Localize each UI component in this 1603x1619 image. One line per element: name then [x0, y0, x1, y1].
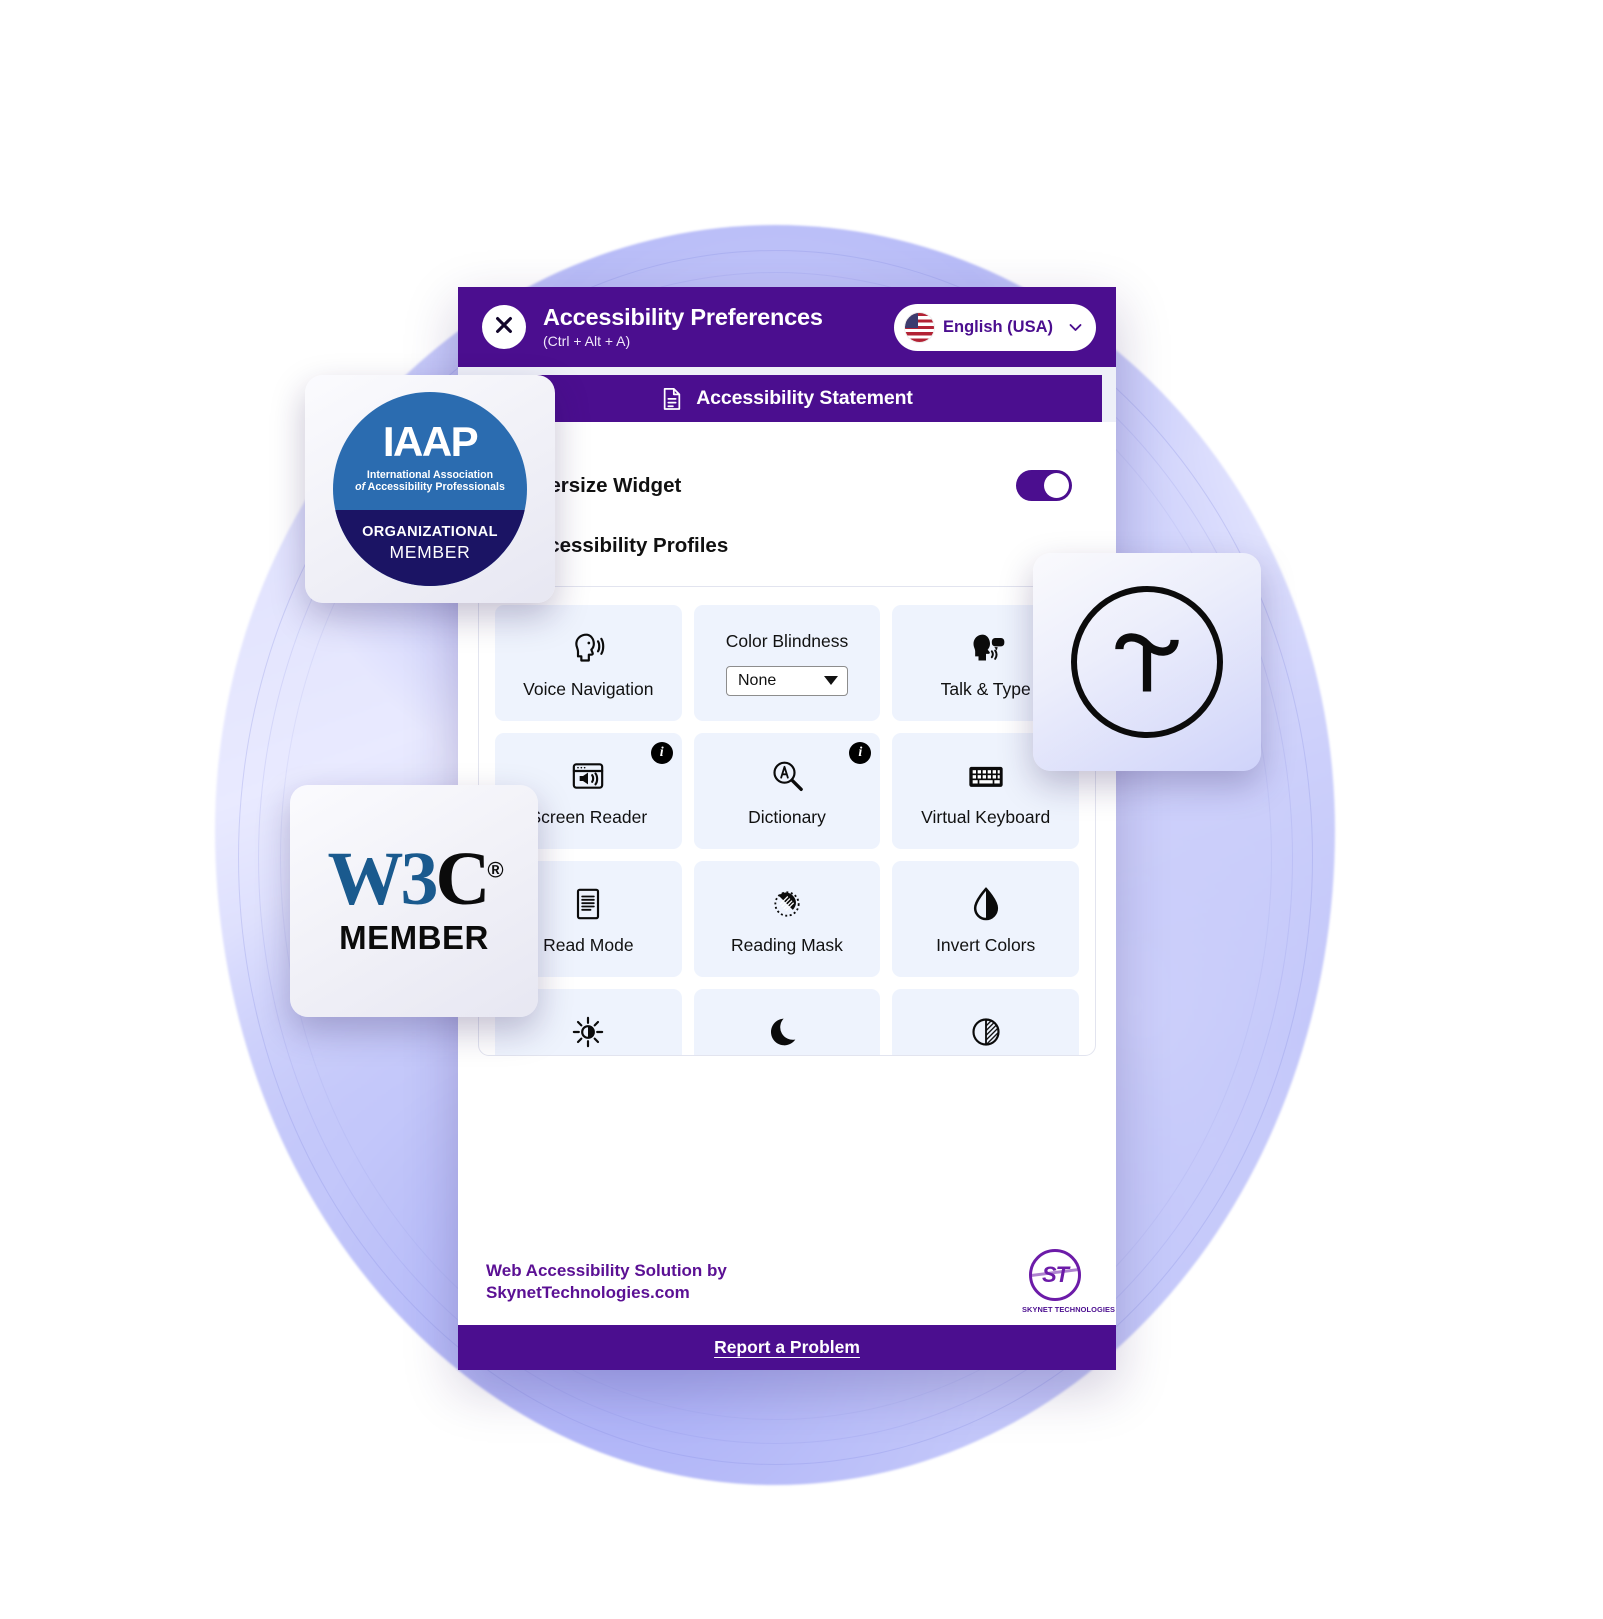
- close-button[interactable]: [482, 305, 526, 349]
- w3c-member-badge: W3C® MEMBER: [290, 785, 538, 1017]
- w3c-member-label: MEMBER: [339, 918, 489, 956]
- keyboard-shortcut-hint: (Ctrl + Alt + A): [543, 332, 631, 349]
- half-circle-hatched-icon: [966, 1010, 1006, 1054]
- feature-label: Virtual Keyboard: [921, 807, 1051, 828]
- iaap-subtitle-rest: Accessibility Professionals: [365, 481, 505, 494]
- logo-monogram: ST: [1041, 1262, 1069, 1287]
- iaap-member-badge: IAAP International Association of Access…: [305, 375, 555, 603]
- feature-tile-dark-contrast[interactable]: Dark Contrast: [693, 989, 881, 1055]
- logo-caption: SKYNET TECHNOLOGIES: [1022, 1305, 1116, 1314]
- chevron-down-icon: [823, 676, 838, 685]
- feature-tile-invert-colors[interactable]: Invert Colors: [892, 861, 1079, 977]
- feature-tile-color-blindness[interactable]: Color Blindness None: [693, 605, 881, 721]
- widget-body: Oversize Widget Accessibility Profiles V…: [458, 422, 1116, 1237]
- iaap-subtitle-line2: of Accessibility Professionals: [355, 481, 505, 494]
- moon-icon: [767, 1010, 807, 1054]
- widget-title: Accessibility Preferences: [543, 304, 823, 331]
- registered-trademark-icon: ®: [487, 857, 503, 883]
- w3c-wordmark: W3C®: [327, 841, 503, 917]
- chevron-down-icon: [1068, 320, 1083, 335]
- feature-label: Color Blindness: [725, 630, 849, 651]
- keyboard-icon: [966, 754, 1006, 798]
- accessibility-profiles-heading: Accessibility Profiles: [522, 534, 729, 557]
- feature-tile-high-contrast[interactable]: High Contrast: [892, 989, 1079, 1055]
- feature-label: Reading Mask: [731, 935, 843, 956]
- close-x-icon: [493, 314, 515, 341]
- feature-label: Voice Navigation: [523, 679, 654, 700]
- language-label: English (USA): [943, 317, 1053, 336]
- color-blindness-select[interactable]: None: [725, 665, 848, 696]
- info-icon[interactable]: i: [650, 742, 673, 764]
- features-grid: Voice Navigation Color Blindness None Talk …: [495, 605, 1079, 1055]
- footer-credit: Web Accessibility Solution by SkynetTech…: [486, 1260, 727, 1303]
- select-value: None: [737, 671, 777, 689]
- magnifier-a-icon: [767, 754, 807, 798]
- section508-circle: [1071, 586, 1223, 738]
- iaap-acronym: IAAP: [382, 417, 479, 465]
- section508-badge: [1033, 553, 1261, 771]
- widget-footer: Web Accessibility Solution by SkynetTech…: [458, 1237, 1116, 1325]
- screenshot-root: Accessibility Preferences (Ctrl + Alt + …: [0, 0, 1603, 1619]
- sun-icon: [568, 1010, 608, 1054]
- iaap-member-label: MEMBER: [389, 541, 471, 562]
- feature-label: Invert Colors: [936, 935, 1036, 956]
- feature-label: Read Mode: [543, 935, 634, 956]
- widget-header: Accessibility Preferences (Ctrl + Alt + …: [458, 287, 1116, 367]
- header-titles: Accessibility Preferences (Ctrl + Alt + …: [543, 305, 894, 349]
- statement-wrap: Accessibility Statement: [458, 367, 1116, 422]
- feature-label: Screen Reader: [529, 807, 648, 828]
- speaking-head-icon: [568, 626, 608, 670]
- feature-tile-dictionary[interactable]: i Dictionary: [693, 733, 881, 849]
- feature-label: Dictionary: [748, 807, 826, 828]
- oversize-widget-row: Oversize Widget: [476, 422, 1098, 501]
- document-lines-icon: [568, 882, 608, 926]
- language-selector[interactable]: English (USA): [894, 303, 1096, 351]
- document-icon: [661, 387, 683, 411]
- skynet-technologies-logo: ST SKYNET TECHNOLOGIES: [1022, 1249, 1116, 1314]
- iaap-organizational-label: ORGANIZATIONAL: [362, 523, 498, 540]
- accessibility-widget-panel: Accessibility Preferences (Ctrl + Alt + …: [458, 287, 1116, 1370]
- iaap-subtitle-of: of: [355, 481, 366, 494]
- accessibility-statement-button[interactable]: Accessibility Statement: [472, 375, 1102, 422]
- oversize-widget-toggle[interactable]: [1016, 470, 1072, 501]
- footer-credit-line1: Web Accessibility Solution by: [486, 1260, 727, 1280]
- feature-tile-reading-mask[interactable]: Reading Mask: [693, 861, 881, 977]
- w3c-mark-w3: W3: [327, 837, 438, 922]
- report-problem-bar[interactable]: Report a Problem: [458, 1325, 1116, 1370]
- screen-speaker-icon: [568, 754, 608, 798]
- us-flag-icon: [905, 312, 934, 342]
- footer-credit-line2[interactable]: SkynetTechnologies.com: [486, 1282, 727, 1304]
- info-icon[interactable]: i: [849, 742, 872, 764]
- features-card: Voice Navigation Color Blindness None Talk …: [478, 586, 1096, 1056]
- feature-label: Talk & Type: [940, 679, 1031, 700]
- statement-label: Accessibility Statement: [696, 387, 913, 409]
- feature-tile-voice-navigation[interactable]: Voice Navigation: [495, 605, 682, 721]
- head-speech-bubble-icon: [966, 626, 1006, 670]
- iaap-circle: IAAP International Association of Access…: [333, 392, 527, 586]
- half-droplet-icon: [966, 882, 1006, 926]
- report-problem-link[interactable]: Report a Problem: [714, 1337, 860, 1358]
- w3c-mark-c: C: [435, 837, 490, 922]
- section508-tilde-mark-icon: [1101, 616, 1193, 708]
- hand-mask-icon: [767, 882, 807, 926]
- iaap-subtitle-line1: International Association: [366, 468, 494, 481]
